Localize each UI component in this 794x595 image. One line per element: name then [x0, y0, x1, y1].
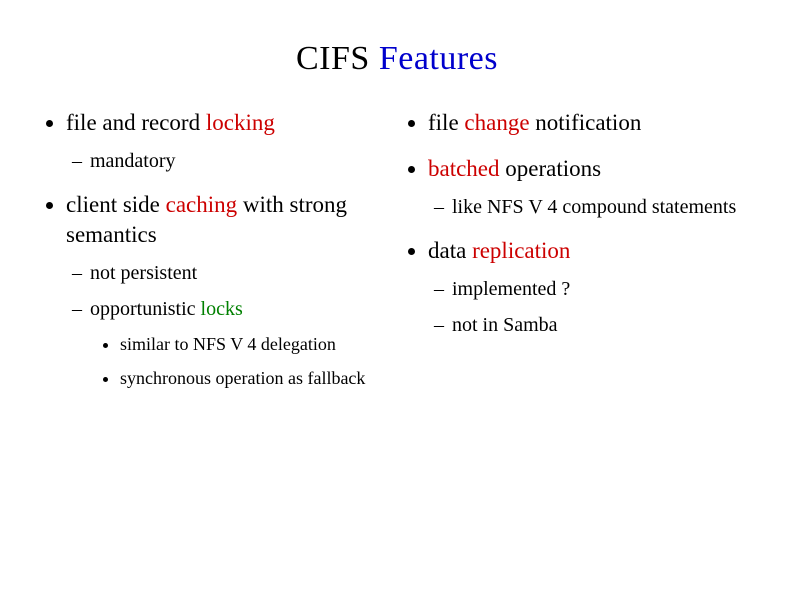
- text: data: [428, 238, 472, 263]
- left-list: file and record locking mandatory client…: [40, 108, 392, 390]
- list-item: implemented ?: [452, 276, 754, 302]
- sublist: like NFS V 4 compound statements: [428, 194, 754, 220]
- list-item: data replication implemented ? not in Sa…: [428, 236, 754, 338]
- sublist: not persistent opportunistic locks simil…: [66, 260, 392, 391]
- text-highlight: caching: [166, 192, 238, 217]
- text: operations: [500, 156, 602, 181]
- list-item: similar to NFS V 4 delegation: [120, 332, 392, 356]
- text: notification: [530, 110, 642, 135]
- text: not in Samba: [452, 314, 558, 336]
- left-column: file and record locking mandatory client…: [40, 108, 392, 406]
- title-part1: CIFS: [296, 40, 379, 77]
- list-item: like NFS V 4 compound statements: [452, 194, 754, 220]
- text: mandatory: [90, 150, 176, 172]
- text: synchronous operation as fallback: [120, 368, 365, 388]
- sublist: mandatory: [66, 148, 392, 174]
- list-item: opportunistic locks similar to NFS V 4 d…: [90, 296, 392, 391]
- text: like NFS V 4 compound statements: [452, 196, 736, 218]
- list-item: file and record locking mandatory: [66, 108, 392, 174]
- slide-title: CIFS Features: [40, 40, 754, 78]
- title-part2: Features: [379, 40, 498, 77]
- list-item: mandatory: [90, 148, 392, 174]
- text-highlight: batched: [428, 156, 500, 181]
- text-highlight: locks: [201, 298, 243, 320]
- right-list: file change notification batched operati…: [402, 108, 754, 338]
- text: not persistent: [90, 262, 197, 284]
- sublist: implemented ? not in Samba: [428, 276, 754, 338]
- text-highlight: replication: [472, 238, 570, 263]
- text: client side: [66, 192, 166, 217]
- list-item: client side caching with strong semantic…: [66, 190, 392, 390]
- text-highlight: change: [464, 110, 529, 135]
- text: opportunistic: [90, 298, 201, 320]
- text: similar to NFS V 4 delegation: [120, 334, 336, 354]
- list-item: not persistent: [90, 260, 392, 286]
- text: implemented ?: [452, 278, 570, 300]
- text-highlight: locking: [206, 110, 275, 135]
- slide: CIFS Features file and record locking ma…: [0, 0, 794, 595]
- list-item: not in Samba: [452, 312, 754, 338]
- text: file: [428, 110, 464, 135]
- list-item: file change notification: [428, 108, 754, 138]
- sublist: similar to NFS V 4 delegation synchronou…: [90, 332, 392, 391]
- content-columns: file and record locking mandatory client…: [40, 108, 754, 406]
- right-column: file change notification batched operati…: [402, 108, 754, 406]
- text: file and record: [66, 110, 206, 135]
- list-item: batched operations like NFS V 4 compound…: [428, 154, 754, 220]
- list-item: synchronous operation as fallback: [120, 366, 392, 390]
